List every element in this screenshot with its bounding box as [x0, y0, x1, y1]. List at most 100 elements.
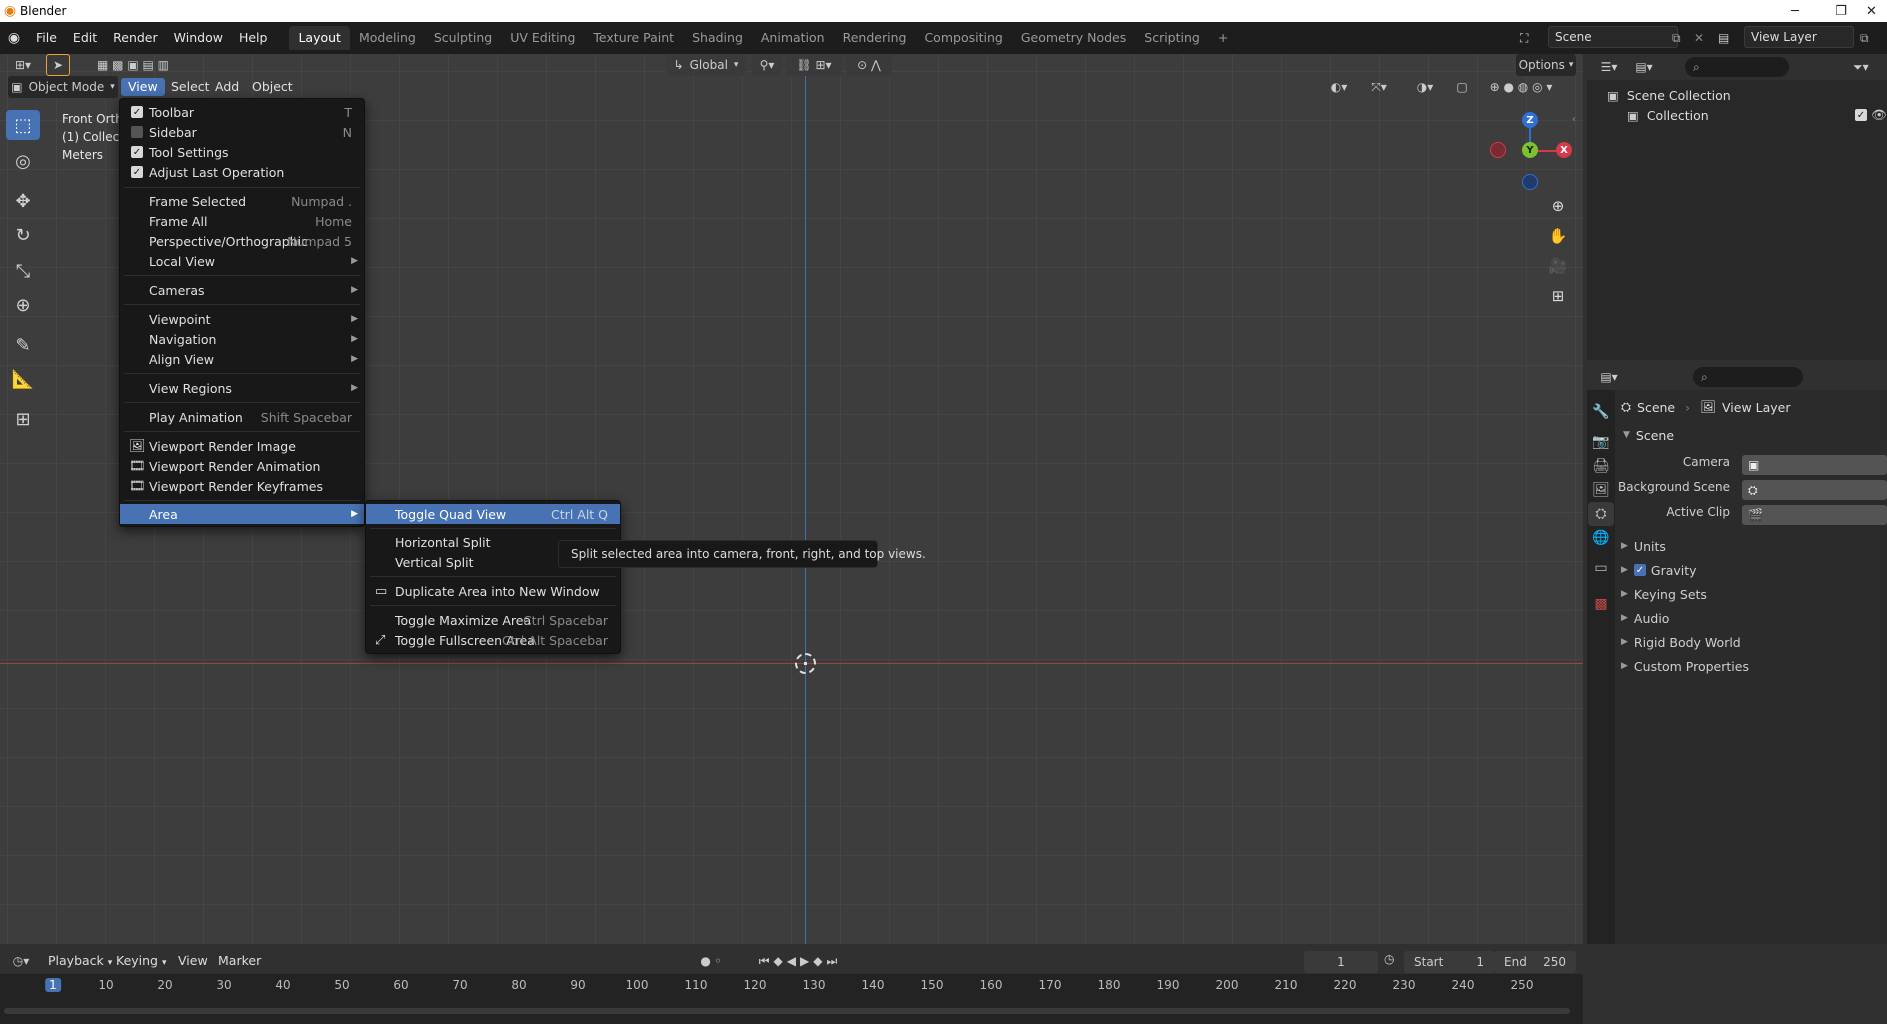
menu-item-cameras[interactable]: Cameras ▶ — [120, 280, 364, 300]
xray-toggle-icon[interactable]: ▢ — [1452, 76, 1472, 98]
section-custom-properties[interactable]: ▶ Custom Properties — [1615, 655, 1887, 677]
menu-item-sidebar[interactable]: Sidebar N — [120, 122, 364, 142]
world-tab-icon[interactable]: 🌐 — [1588, 526, 1614, 550]
menu-item-viewport-render-image[interactable]: 🖼 Viewport Render Image — [120, 436, 364, 456]
menu-item-adjust-last-operation[interactable]: ✓ Adjust Last Operation — [120, 162, 364, 182]
timeline-editor-type-icon[interactable]: ◷▾ — [6, 950, 36, 972]
move-tool-icon[interactable]: ✥ — [6, 186, 40, 216]
tab-layout[interactable]: Layout — [289, 26, 350, 50]
snap-icon[interactable]: ⛓ ⊞▾ — [786, 54, 842, 76]
gizmo-neg-x-button[interactable] — [1490, 142, 1506, 158]
minimize-button[interactable]: ─ — [1772, 0, 1818, 22]
section-keying-sets[interactable]: ▶ Keying Sets — [1615, 583, 1887, 605]
rotate-tool-icon[interactable]: ↻ — [6, 220, 40, 250]
menu-item-viewport-render-keyframes[interactable]: 🎞 Viewport Render Keyframes — [120, 476, 364, 496]
blender-menu-icon[interactable]: ◉ — [0, 30, 28, 46]
menu-item-frame-selected[interactable]: Frame Selected Numpad . — [120, 191, 364, 211]
select-mode-icons[interactable]: ▦ ▩ ▣ ▤ ▥ — [86, 54, 180, 76]
outliner-search-input[interactable]: ⌕ — [1685, 57, 1789, 77]
sidebar-expand-icon[interactable]: ‹ — [1572, 114, 1576, 125]
scene-selector-icon[interactable]: ⛶ — [1520, 26, 1540, 50]
menu-item-viewport-render-animation[interactable]: 🎞 Viewport Render Animation — [120, 456, 364, 476]
current-frame-field[interactable]: 1 — [1304, 951, 1378, 973]
menu-window[interactable]: Window — [166, 26, 231, 50]
menu-item-play-animation[interactable]: Play Animation Shift Spacebar — [120, 407, 364, 427]
menu-item-local-view[interactable]: Local View ▶ — [120, 251, 364, 271]
tab-rendering[interactable]: Rendering — [834, 26, 916, 50]
menu-item-frame-all[interactable]: Frame All Home — [120, 211, 364, 231]
frame-ruler[interactable]: 1 10 20 30 40 50 60 70 80 90 100 110 120 130 140 150 160… — [0, 978, 1583, 998]
current-frame-marker[interactable]: 1 — [45, 978, 61, 992]
properties-editor-type-icon[interactable]: ▤▾ — [1593, 366, 1625, 388]
display-mode-icon[interactable]: ▤▾ — [1629, 56, 1659, 78]
overlay-toggle-icon[interactable]: ◑▾ — [1408, 76, 1442, 98]
new-scene-icon[interactable]: ⧉ — [1672, 26, 1690, 50]
cursor-tool-icon[interactable]: ◎ — [6, 146, 40, 176]
menu-item-toolbar[interactable]: ✓ Toolbar T — [120, 102, 364, 122]
menu-item-align-view[interactable]: Align View ▶ — [120, 349, 364, 369]
play-icon[interactable]: ▶ — [800, 954, 813, 968]
toolbar-checkbox[interactable]: ✓ — [131, 106, 143, 118]
properties-search-input[interactable]: ⌕ — [1693, 367, 1803, 387]
properties-editor[interactable]: ▤▾ ⌕ 🔧 📷 🖨 🖼 ⛭ 🌐 ▭ ▩ ⛭ Scene › 🖼 View Laye… — [1587, 364, 1887, 944]
menu-file[interactable]: File — [28, 26, 65, 50]
play-reverse-icon[interactable]: ◀ — [787, 954, 800, 968]
tab-shading[interactable]: Shading — [683, 26, 752, 50]
gizmo-y-button[interactable]: Y — [1522, 142, 1538, 158]
add-menu-button[interactable]: Add — [208, 78, 246, 96]
active-clip-field[interactable]: 🎬 — [1742, 505, 1887, 525]
object-menu-button[interactable]: Object — [245, 78, 300, 96]
section-rigid-body-world[interactable]: ▶ Rigid Body World — [1615, 631, 1887, 653]
gizmo-toggle-icon[interactable]: ⤧▾ — [1362, 76, 1396, 98]
transform-tool-icon[interactable]: ⊕ — [6, 290, 40, 320]
view-layer-icon[interactable]: ▤ — [1718, 26, 1740, 50]
menu-item-viewpoint[interactable]: Viewpoint ▶ — [120, 309, 364, 329]
keying-menu[interactable]: Keying ▾ — [110, 952, 173, 970]
tab-sculpting[interactable]: Sculpting — [425, 26, 501, 50]
adjust-last-operation-checkbox[interactable]: ✓ — [131, 166, 143, 178]
menu-item-toggle-maximize-area[interactable]: Toggle Maximize Area Ctrl Spacebar — [366, 610, 620, 630]
add-workspace-button[interactable]: + — [1209, 26, 1237, 50]
render-tab-icon[interactable]: 📷 — [1588, 430, 1614, 454]
collection-tab-icon[interactable]: ▭ — [1588, 556, 1614, 580]
menu-item-toggle-quad-view[interactable]: Toggle Quad View Ctrl Alt Q — [366, 504, 620, 524]
tab-scripting[interactable]: Scripting — [1135, 26, 1209, 50]
menu-render[interactable]: Render — [105, 26, 166, 50]
zoom-icon[interactable]: ⊕ — [1546, 194, 1570, 218]
timeline-scrollbar[interactable] — [4, 1008, 1570, 1014]
menu-edit[interactable]: Edit — [65, 26, 105, 50]
filter-icon[interactable]: ⏷▾ — [1853, 57, 1883, 77]
tab-geometry-nodes[interactable]: Geometry Nodes — [1012, 26, 1135, 50]
section-audio[interactable]: ▶ Audio — [1615, 607, 1887, 629]
timeline[interactable]: ◷▾ Playback ▾ Keying ▾ View Marker ● ◦ ⏮… — [0, 948, 1583, 1024]
visibility-eye-icon[interactable]: 👁 — [1871, 107, 1887, 123]
navigation-gizmo[interactable]: Z Y X — [1490, 108, 1572, 192]
exclude-checkbox[interactable]: ✓ — [1855, 109, 1867, 121]
remove-scene-icon[interactable]: ✕ — [1694, 26, 1708, 50]
prev-keyframe-icon[interactable]: ◆ — [774, 954, 787, 968]
visibility-icon[interactable]: ◐▾ — [1324, 76, 1354, 98]
tool-settings-checkbox[interactable]: ✓ — [131, 146, 143, 158]
scene-field[interactable]: Scene — [1548, 26, 1678, 48]
section-units[interactable]: ▶ Units — [1615, 535, 1887, 557]
menu-item-duplicate-area[interactable]: ▭ Duplicate Area into New Window — [366, 581, 620, 601]
annotate-tool-icon[interactable]: ✎ — [6, 330, 40, 360]
marker-menu[interactable]: Marker — [212, 952, 267, 970]
timeline-view-menu[interactable]: View — [172, 952, 214, 970]
menu-help[interactable]: Help — [231, 26, 276, 50]
pan-hand-icon[interactable]: ✋ — [1546, 224, 1570, 248]
add-cube-tool-icon[interactable]: ⊞ — [6, 404, 40, 434]
tool-tab-icon[interactable]: 🔧 — [1588, 400, 1614, 424]
start-frame-field[interactable]: Start 1 — [1404, 951, 1494, 973]
measure-tool-icon[interactable]: 📐 — [6, 364, 40, 394]
preview-range-icon[interactable]: ◷ — [1384, 952, 1394, 966]
scale-tool-icon[interactable]: ⤡ — [6, 256, 40, 286]
playback-menu[interactable]: Playback ▾ — [42, 952, 118, 970]
section-gravity[interactable]: ▶ ✓ Gravity — [1615, 559, 1887, 581]
texture-tab-icon[interactable]: ▩ — [1588, 592, 1614, 616]
close-button[interactable]: ✕ — [1856, 0, 1887, 22]
camera-view-icon[interactable]: 🎥 — [1546, 254, 1570, 278]
transform-orientation-dropdown[interactable]: ↳ Global ▾ — [666, 54, 746, 76]
auto-keying-icon[interactable]: ● ◦ — [694, 950, 728, 972]
new-view-layer-icon[interactable]: ⧉ — [1860, 26, 1878, 50]
